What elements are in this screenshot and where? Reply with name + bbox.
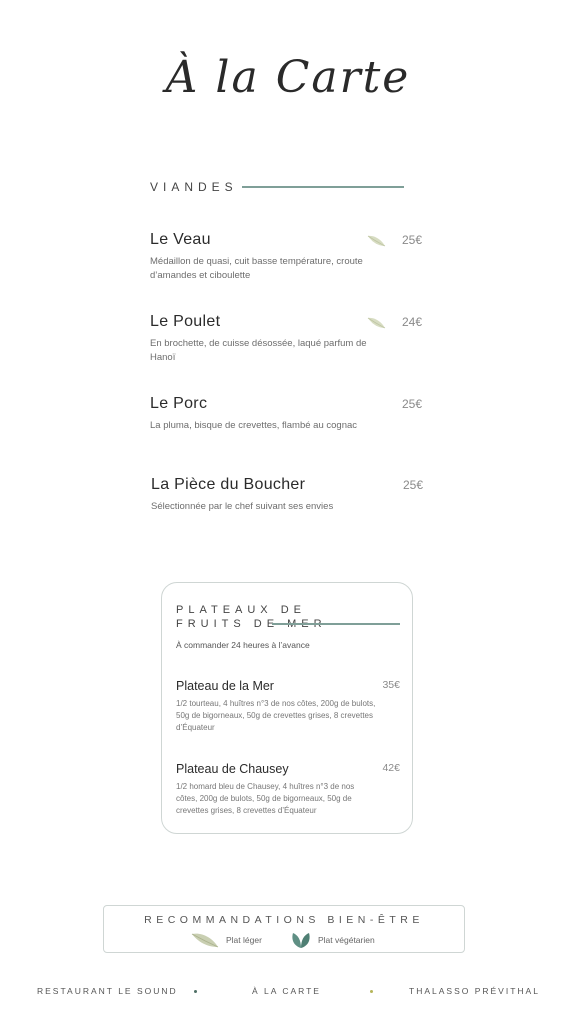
section-divider	[241, 186, 404, 188]
recommendations-box: RECOMMANDATIONS BIEN-ÊTRE Plat léger Pla…	[103, 905, 465, 953]
plateaux-card: PLATEAUX DE FRUITS DE MER À commander 24…	[161, 582, 413, 834]
leaf-light-icon	[367, 235, 386, 247]
dish-le-veau: Le Veau Médaillon de quasi, cuit basse t…	[150, 231, 425, 283]
legend-light: Plat léger	[190, 931, 262, 949]
dish-price: 25€	[402, 478, 423, 492]
dish-le-porc: Le Porc La pluma, bisque de crevettes, f…	[150, 395, 425, 433]
section-label: VIANDES	[150, 180, 238, 194]
plateaux-divider	[272, 623, 400, 625]
leaf-light-icon	[367, 317, 386, 329]
dish-description: La pluma, bisque de crevettes, flambé au…	[150, 420, 358, 431]
dish-price: 24€	[401, 315, 422, 329]
plateaux-note: À commander 24 heures à l’avance	[176, 640, 310, 650]
footer-section: À LA CARTE	[252, 986, 321, 996]
dish-name: Le Porc	[150, 395, 208, 412]
dish-description: Sélectionnée par le chef suivant ses env…	[151, 501, 334, 512]
plateaux-title-line1: PLATEAUX DE	[176, 604, 306, 616]
page-title: À la Carte	[165, 52, 411, 103]
plateau-name: Plateau de la Mer	[176, 679, 274, 693]
dish-piece-du-boucher: La Pièce du Boucher Sélectionnée par le …	[151, 476, 426, 514]
dish-description: Médaillon de quasi, cuit basse températu…	[150, 256, 363, 281]
plateau-item-mer: Plateau de la Mer 1/2 tourteau, 4 huître…	[176, 679, 400, 734]
plateaux-title: PLATEAUX DE FRUITS DE MER	[176, 603, 327, 631]
recommendations-title: RECOMMANDATIONS BIEN-ÊTRE	[144, 914, 424, 926]
plateau-price: 35€	[382, 679, 400, 691]
footer-dot	[194, 990, 197, 993]
plateau-price: 42€	[382, 762, 400, 774]
legend-vegetarian: Plat végétarien	[290, 931, 375, 949]
dish-name: La Pièce du Boucher	[151, 476, 306, 493]
footer-dot	[370, 990, 373, 993]
plateau-description: 1/2 homard bleu de Chausey, 4 huîtres n°…	[176, 782, 355, 815]
footer-thalasso: THALASSO PRÉVITHAL	[409, 986, 540, 996]
legend-light-label: Plat léger	[226, 935, 262, 945]
legend-vegetarian-label: Plat végétarien	[318, 935, 375, 945]
footer-restaurant: RESTAURANT LE SOUND	[37, 986, 178, 996]
dish-price: 25€	[401, 233, 422, 247]
leaf-vegetarian-icon	[292, 933, 310, 948]
dish-description: En brochette, de cuisse désossée, laqué …	[150, 338, 367, 363]
plateau-name: Plateau de Chausey	[176, 762, 289, 776]
dish-le-poulet: Le Poulet En brochette, de cuisse désoss…	[150, 313, 425, 365]
plateau-item-chausey: Plateau de Chausey 1/2 homard bleu de Ch…	[176, 762, 400, 817]
section-header-viandes: VIANDES	[150, 180, 404, 194]
dish-price: 25€	[401, 397, 422, 411]
plateau-description: 1/2 tourteau, 4 huîtres n°3 de nos côtes…	[176, 699, 376, 732]
leaf-light-icon	[191, 933, 219, 948]
